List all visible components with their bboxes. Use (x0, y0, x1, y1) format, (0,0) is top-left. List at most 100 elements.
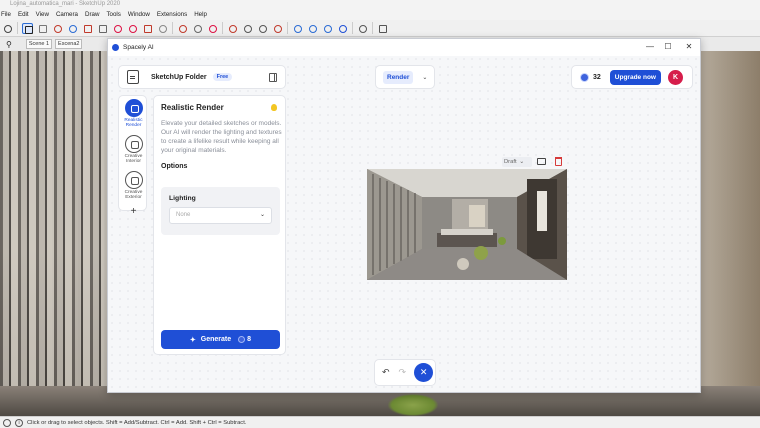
interior-icon (124, 135, 143, 153)
zoom-extents-icon[interactable] (272, 23, 283, 34)
render-preview-image[interactable] (367, 169, 567, 280)
lightbulb-icon[interactable] (271, 104, 277, 111)
mode-select[interactable]: Render ⌄ (375, 65, 435, 89)
upgrade-button[interactable]: Upgrade now (609, 69, 661, 85)
search-icon[interactable]: ⚲ (6, 40, 12, 49)
avatar[interactable]: K (667, 69, 683, 85)
menu-draw[interactable]: Draw (85, 11, 99, 18)
status-bar: i Click or drag to select objects. Shift… (0, 416, 760, 428)
tool-sidebar: Realistic Render Creative Interior Creat… (118, 95, 147, 217)
zoom-icon[interactable] (257, 23, 268, 34)
menu-tools[interactable]: Tools (106, 11, 120, 18)
scene-tab-1[interactable]: Scene 1 (25, 39, 53, 49)
plugin-titlebar: Spacely AI — ☐ ✕ (108, 39, 700, 56)
chevron-down-icon: ⌄ (519, 159, 525, 165)
layout-icon[interactable] (322, 23, 333, 34)
credits-icon (580, 72, 589, 82)
add-tool-button[interactable]: + (119, 206, 148, 217)
offset-tool-icon[interactable] (157, 23, 168, 34)
model-wall-slats (0, 51, 110, 416)
credit-count: 32 (593, 73, 601, 81)
sidebar-item-creative-exterior[interactable]: Creative Exterior (121, 171, 146, 200)
history-bar: ↶ ↷ ✕ (374, 359, 436, 386)
interior-render-illustration (367, 169, 567, 280)
menu-window[interactable]: Window (128, 11, 150, 18)
close-preview-icon[interactable]: ✕ (414, 363, 434, 382)
pencil-tool-icon[interactable] (52, 23, 63, 34)
menu-extensions[interactable]: Extensions (157, 11, 187, 18)
account-card: 32 Upgrade now K (571, 65, 693, 89)
geolocation-icon[interactable] (3, 418, 11, 427)
folder-card[interactable]: SketchUp Folder Free (118, 65, 286, 89)
rectangle-tool-icon[interactable] (82, 23, 93, 34)
orbit-icon[interactable] (227, 23, 238, 34)
generate-button[interactable]: ✦ Generate 8 (161, 330, 280, 349)
scene-tab-2[interactable]: Escena2 (55, 39, 83, 49)
spacely-window: Spacely AI — ☐ ✕ SketchUp Folder Free Re… (107, 38, 701, 393)
minimize-button[interactable]: — (644, 42, 656, 52)
generate-cost-value: 8 (247, 336, 252, 343)
pan-icon[interactable] (242, 23, 253, 34)
lighting-group: Lighting None ⌄ (161, 187, 280, 235)
menu-help[interactable]: Help (194, 11, 207, 18)
select-tool-icon[interactable] (22, 22, 33, 34)
move-tool-icon[interactable] (112, 23, 123, 34)
options-description: Elevate your detailed sketches or models… (161, 120, 282, 154)
menu-file[interactable]: File (1, 11, 11, 18)
spacely-launch-icon[interactable] (377, 23, 388, 34)
quality-select[interactable]: Draft ⌄ (502, 157, 532, 167)
text-tool-icon[interactable] (192, 23, 203, 34)
push-pull-tool-icon[interactable] (97, 23, 108, 34)
account-icon[interactable] (357, 23, 368, 34)
sidebar-item-label: Creative Interior (124, 154, 143, 165)
credits-icon (238, 336, 246, 343)
toolbar-divider (372, 22, 373, 34)
options-panel: Realistic Render Elevate your detailed s… (153, 95, 286, 355)
toolbar-divider (172, 22, 173, 34)
menu-edit[interactable]: Edit (18, 11, 29, 18)
document-icon (127, 70, 139, 84)
arc-tool-icon[interactable] (67, 23, 78, 34)
toolbar-divider (352, 22, 353, 34)
chevron-down-icon: ⌄ (259, 212, 265, 218)
maximize-button[interactable]: ☐ (662, 42, 674, 52)
lighting-select-value: None (176, 212, 191, 218)
options-title: Realistic Render (161, 103, 224, 112)
trash-icon[interactable] (555, 157, 562, 166)
generate-cost: 8 (238, 336, 251, 343)
extension-warehouse-icon[interactable] (307, 23, 318, 34)
undo-icon[interactable]: ↶ (382, 367, 390, 378)
rotate-tool-icon[interactable] (127, 23, 138, 34)
spacely-logo-icon (112, 44, 119, 51)
mode-select-value: Render (383, 70, 414, 84)
sidebar-item-creative-interior[interactable]: Creative Interior (121, 135, 146, 164)
close-button[interactable]: ✕ (683, 42, 695, 52)
plugin-title: Spacely AI (123, 44, 154, 51)
status-text: Click or drag to select objects. Shift =… (27, 419, 247, 426)
toggle-panel-icon[interactable] (269, 73, 277, 82)
scale-tool-icon[interactable] (142, 23, 153, 34)
redo-icon[interactable]: ↷ (399, 367, 407, 378)
sidebar-item-realistic-render[interactable]: Realistic Render (121, 99, 146, 128)
lighting-label: Lighting (169, 195, 196, 202)
paint-bucket-icon[interactable] (207, 23, 218, 34)
extension-manager-icon[interactable] (337, 23, 348, 34)
model-plant (388, 394, 438, 416)
warehouse-icon[interactable] (292, 23, 303, 34)
model-wall-panel (700, 51, 760, 416)
info-icon[interactable]: i (15, 418, 23, 427)
eraser-tool-icon[interactable] (37, 23, 48, 34)
window-title: Lojina_automatica_mari - SketchUp 2020 (0, 0, 760, 9)
exterior-icon (124, 171, 143, 189)
lighting-select[interactable]: None ⌄ (169, 207, 272, 224)
chevron-down-icon: ⌄ (422, 74, 428, 81)
menu-bar: File Edit View Camera Draw Tools Window … (0, 9, 760, 20)
menu-camera[interactable]: Camera (56, 11, 78, 18)
tape-measure-icon[interactable] (177, 23, 188, 34)
search-icon[interactable] (2, 23, 13, 34)
save-to-folder-icon[interactable] (537, 158, 546, 165)
magic-wand-icon: ✦ (189, 336, 196, 344)
toolbar-divider (17, 22, 18, 34)
menu-view[interactable]: View (36, 11, 49, 18)
toolbar-divider (287, 22, 288, 34)
